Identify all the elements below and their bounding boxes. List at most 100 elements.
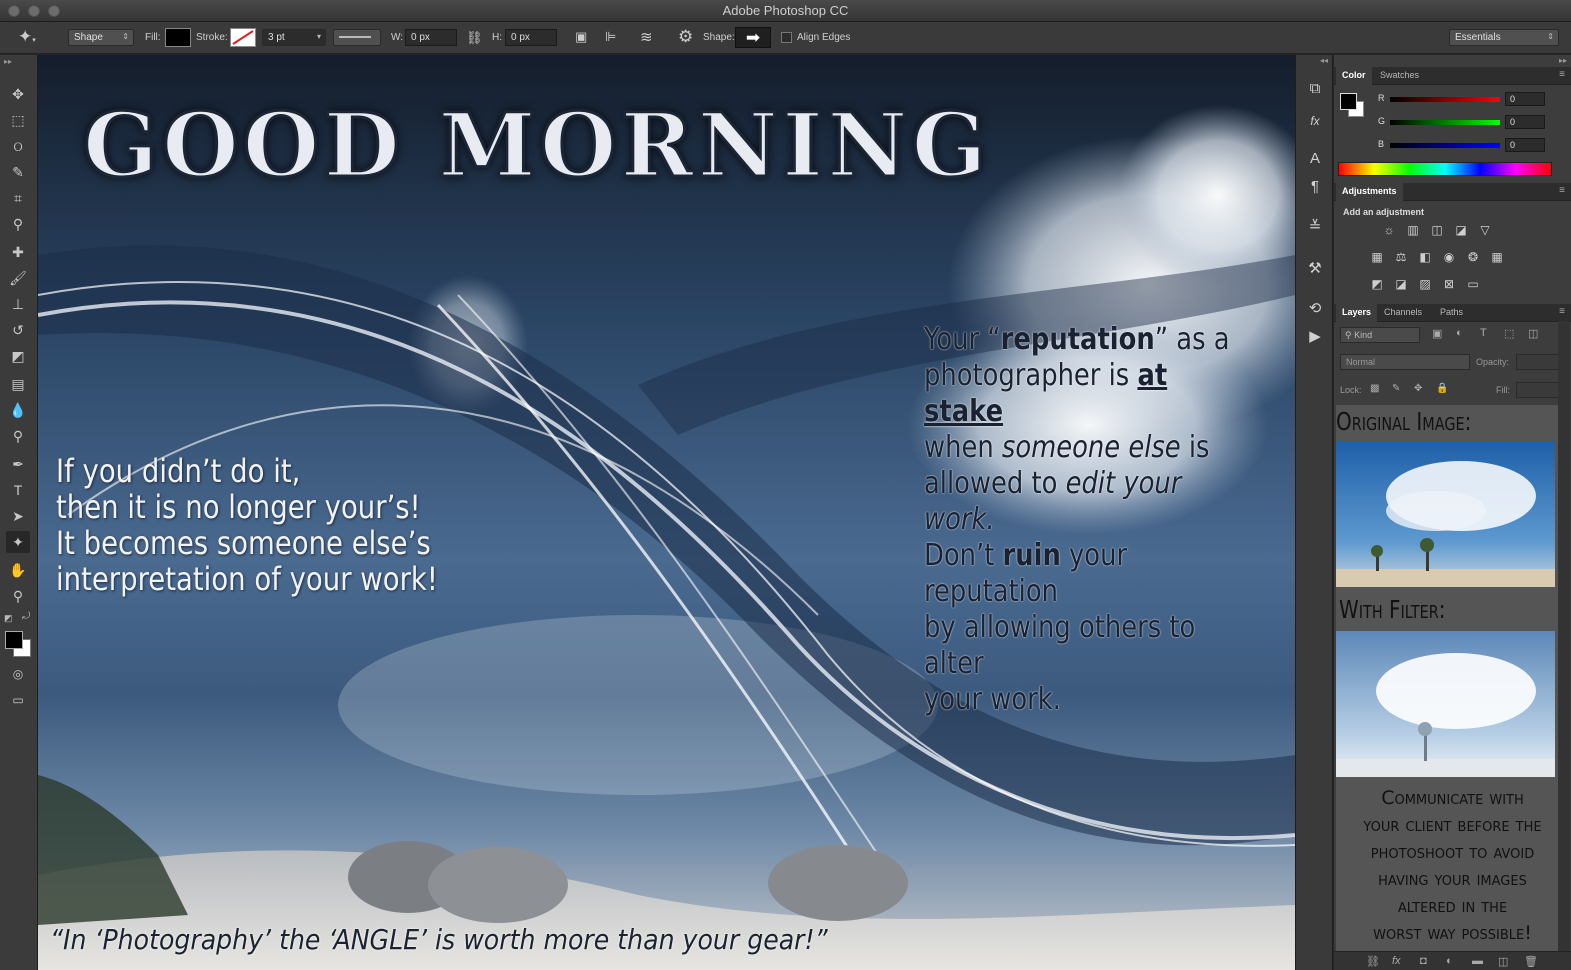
stroke-type-dropdown[interactable] [333,29,381,46]
actions-play-icon[interactable]: ▶ [1305,327,1325,347]
tab-color[interactable]: Color [1336,67,1372,85]
dodge-tool-icon[interactable]: ⚲ [6,425,30,447]
path-arrangement-icon[interactable]: ≋ [640,28,653,46]
paragraph-panel-icon[interactable]: ¶ [1305,177,1325,197]
workspace-dropdown[interactable]: Essentials ⇕ [1449,29,1559,46]
brightness-contrast-icon[interactable]: ☼ [1381,223,1397,237]
green-slider[interactable] [1390,120,1500,125]
custom-shape-tool-preset-icon[interactable]: ✦▾ [18,27,42,49]
tab-paths[interactable]: Paths [1434,304,1469,322]
libraries-icon[interactable]: ⧉ [1305,79,1325,99]
expand-icon[interactable]: ▸▸ [1559,56,1567,65]
new-group-icon[interactable]: ▬ [1472,955,1483,967]
swap-colors-icon[interactable]: ⤾ [22,611,30,622]
eraser-tool-icon[interactable]: ◩ [6,345,30,367]
fill-swatch[interactable] [165,28,191,47]
lock-all-icon[interactable]: 🔒 [1436,383,1448,394]
new-adjustment-layer-icon[interactable]: ◐ [1446,955,1453,967]
character-panel-icon[interactable]: A [1305,149,1325,169]
vibrance-icon[interactable]: ▽ [1477,223,1493,237]
black-white-icon[interactable]: ◧ [1417,250,1433,264]
red-slider[interactable] [1390,97,1500,102]
lock-position-icon[interactable]: ✥ [1414,383,1422,394]
document-canvas[interactable]: GOOD MORNING If you didn’t do it, then i… [38,55,1295,970]
tab-adjustments[interactable]: Adjustments [1336,183,1403,201]
delete-layer-icon[interactable]: 🗑 [1524,955,1538,968]
clone-stamp-tool-icon[interactable]: ⊥ [6,293,30,315]
align-edges-checkbox[interactable] [781,32,792,43]
blue-value-input[interactable]: 0 [1505,138,1545,152]
panel-menu-icon[interactable]: ≡ [1559,185,1565,196]
invert-icon[interactable]: ◩ [1369,277,1385,291]
green-value-input[interactable]: 0 [1505,115,1545,129]
tab-swatches[interactable]: Swatches [1374,67,1425,85]
path-operations-icon[interactable]: ▣ [575,29,587,45]
opacity-input[interactable] [1516,354,1562,370]
lock-transparency-icon[interactable]: ▩ [1370,383,1379,394]
tool-mode-dropdown[interactable]: Shape ⇕ [68,29,134,46]
lock-pixels-icon[interactable]: ✎ [1392,383,1400,394]
hue-saturation-icon[interactable]: ▦ [1369,250,1385,264]
filter-shape-icon[interactable]: ⬚ [1504,327,1514,340]
brush-tool-icon[interactable]: 🖌 [6,267,30,289]
layers-scrollbar[interactable] [1558,321,1570,951]
red-value-input[interactable]: 0 [1505,92,1545,106]
panel-menu-icon[interactable]: ≡ [1559,69,1565,80]
exposure-icon[interactable]: ◪ [1453,223,1469,237]
styles-fx-icon[interactable]: fx [1305,111,1325,131]
gradient-tool-icon[interactable]: ▤ [6,373,30,395]
link-layers-icon[interactable]: ⛓ [1366,955,1380,968]
threshold-icon[interactable]: ▨ [1417,277,1433,291]
tab-channels[interactable]: Channels [1378,304,1428,322]
quick-mask-icon[interactable]: ◎ [6,663,30,685]
channel-mixer-icon[interactable]: ❂ [1465,250,1481,264]
marquee-tool-icon[interactable]: ⬚ [6,109,30,131]
history-brush-tool-icon[interactable]: ↺ [6,319,30,341]
move-tool-icon[interactable]: ✥ [6,83,30,105]
blue-slider[interactable] [1390,143,1500,148]
curves-icon[interactable]: ◫ [1429,223,1445,237]
properties-panel-icon[interactable]: ≚ [1305,217,1325,237]
screen-mode-icon[interactable]: ▭ [6,689,30,711]
healing-brush-tool-icon[interactable]: ✚ [6,241,30,263]
posterize-icon[interactable]: ◪ [1393,277,1409,291]
color-spectrum-bar[interactable] [1338,162,1552,176]
filter-adjustment-icon[interactable]: ◐ [1456,327,1463,339]
color-balance-icon[interactable]: ⚖ [1393,250,1409,264]
type-tool-icon[interactable]: T [6,479,30,501]
collapse-icon[interactable]: ◂◂ [1320,56,1328,65]
quick-selection-tool-icon[interactable]: ✎ [6,161,30,183]
lasso-tool-icon[interactable]: ଠ [6,135,30,157]
color-lookup-icon[interactable]: ▦ [1489,250,1505,264]
eyedropper-tool-icon[interactable]: ⚲ [6,213,30,235]
path-selection-tool-icon[interactable]: ➤ [6,505,30,527]
blur-tool-icon[interactable]: 💧 [6,399,30,421]
height-input[interactable]: 0 px [505,29,557,46]
selective-color-icon[interactable]: ⊠ [1441,277,1457,291]
default-colors-icon[interactable]: ◩ [4,613,13,624]
new-layer-icon[interactable]: ◫ [1498,955,1508,968]
history-panel-icon[interactable]: ⟲ [1305,299,1325,319]
layer-style-fx-icon[interactable]: fx [1392,955,1401,967]
collapse-icon[interactable]: ▸▸ [4,57,12,66]
color-foreground-swatch[interactable] [1340,93,1357,110]
width-input[interactable]: 0 px [405,29,457,46]
layer-filter-kind-dropdown[interactable]: ⚲ Kind [1340,327,1420,343]
path-alignment-icon[interactable]: ⊫ [605,29,616,45]
crop-tool-icon[interactable]: ⌗ [6,187,30,209]
hand-tool-icon[interactable]: ✋ [6,559,30,581]
foreground-color-swatch[interactable] [5,631,23,649]
stroke-width-field[interactable]: 3 pt ▾ [262,29,326,46]
photo-filter-icon[interactable]: ◉ [1441,250,1457,264]
fill-input[interactable] [1516,382,1562,398]
tab-layers[interactable]: Layers [1336,304,1378,322]
link-icon[interactable]: ⛓ [466,30,483,46]
filter-type-icon[interactable]: T [1480,327,1487,339]
add-mask-icon[interactable]: ◘ [1420,955,1427,967]
stroke-swatch[interactable] [230,28,256,47]
gear-icon[interactable]: ⚙ [678,27,693,47]
blend-mode-dropdown[interactable]: Normal [1340,354,1470,370]
gradient-map-icon[interactable]: ▭ [1465,277,1481,291]
levels-icon[interactable]: ▥ [1405,223,1421,237]
shape-picker[interactable]: ➡ [735,27,771,48]
